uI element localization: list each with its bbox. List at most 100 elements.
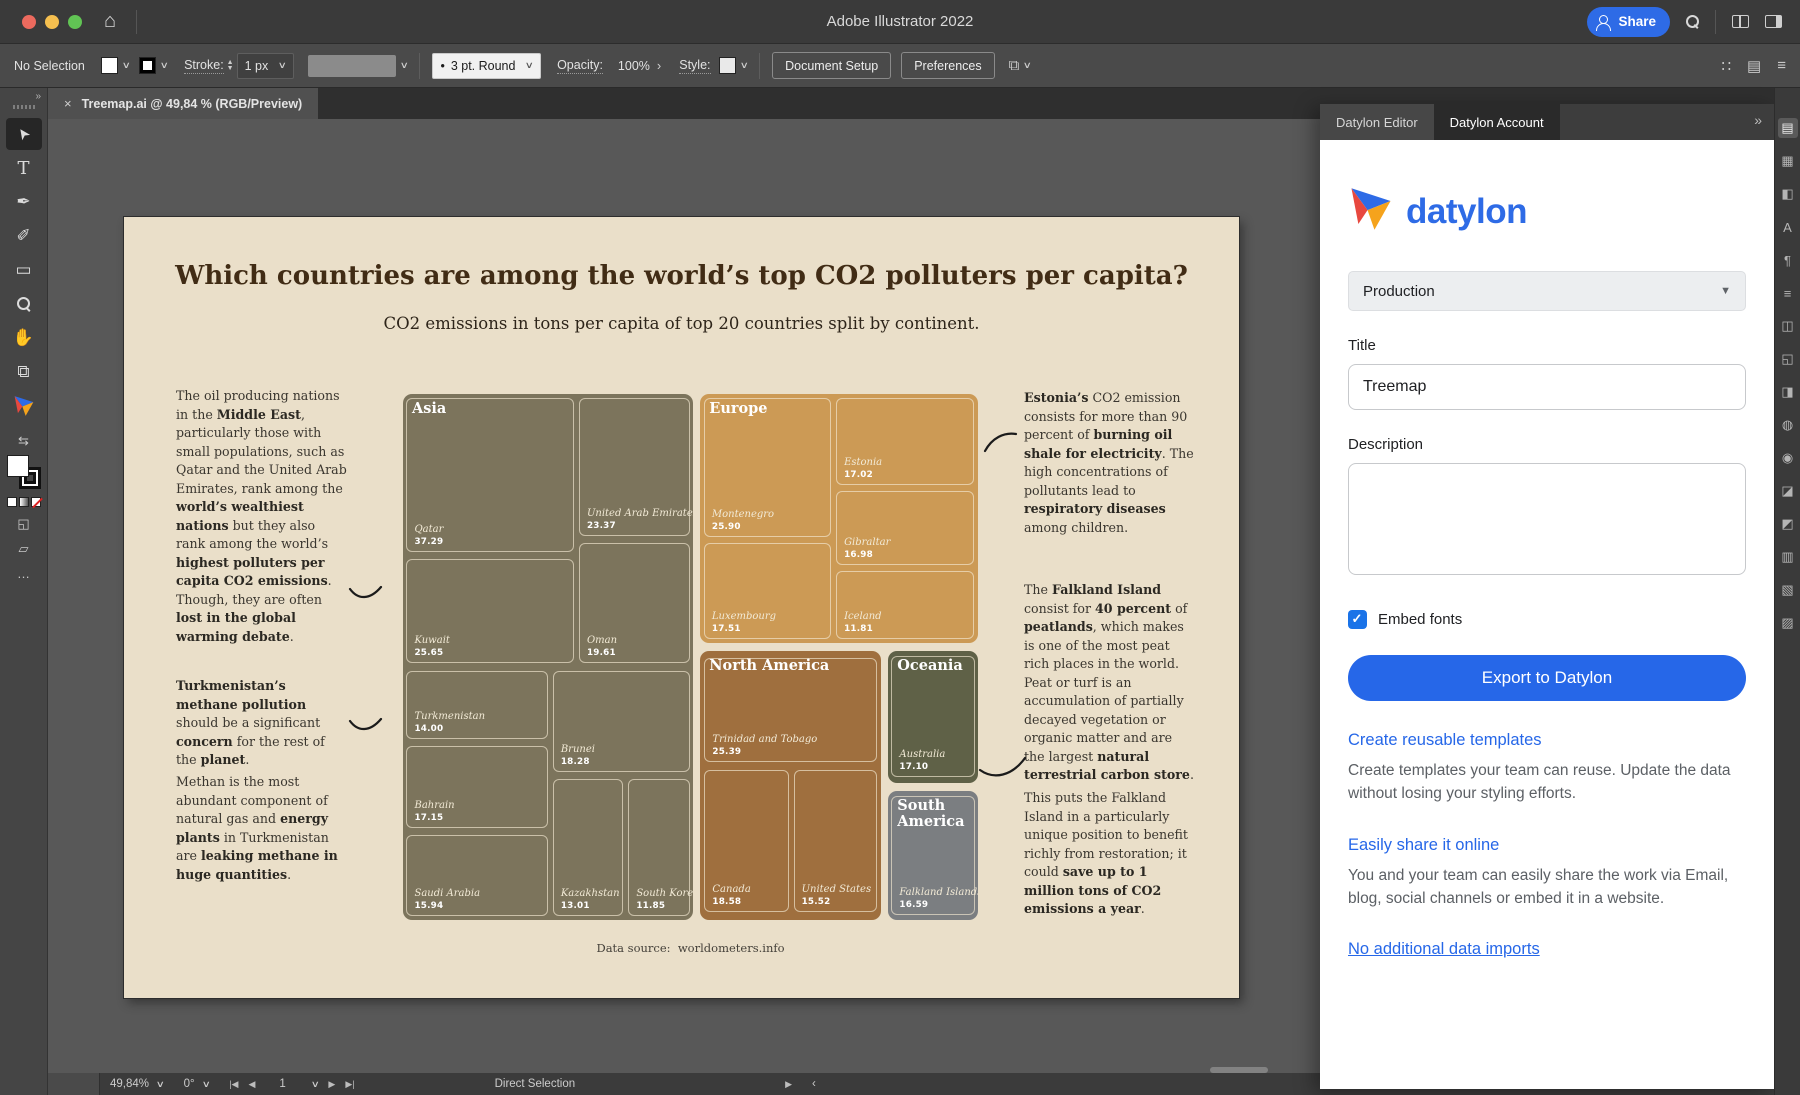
tile-kuwait[interactable]: Kuwait25.65 bbox=[406, 559, 573, 663]
chart-subtitle[interactable]: CO2 emissions in tons per capita of top … bbox=[124, 314, 1239, 333]
artboard-dropdown-icon[interactable]: ∨ bbox=[310, 1079, 319, 1090]
isolate-mode-icon[interactable]: ⧉∨ bbox=[1009, 57, 1031, 74]
layers-icon[interactable]: ◧ bbox=[1778, 184, 1798, 204]
zoom-tool[interactable] bbox=[6, 288, 42, 320]
tile-united-arab-emirates[interactable]: United Arab Emirates23.37 bbox=[579, 398, 690, 536]
shape-builder-icon[interactable]: ◱ bbox=[17, 516, 29, 532]
toggle-panels-icon[interactable] bbox=[1765, 15, 1782, 28]
appearance-icon[interactable]: ◍ bbox=[1778, 415, 1798, 435]
annotation-turkmenistan[interactable]: Turkmenistan’s methane pollution should … bbox=[176, 677, 348, 770]
tile-iceland[interactable]: Iceland11.81 bbox=[836, 571, 974, 639]
asset-export-icon[interactable]: ▧ bbox=[1778, 580, 1798, 600]
tile-brunei[interactable]: Brunei18.28 bbox=[553, 671, 690, 772]
environment-dropdown[interactable]: Production▼ bbox=[1348, 271, 1746, 311]
panel-menu-icon[interactable]: ≡ bbox=[1777, 57, 1786, 74]
share-button[interactable]: Share bbox=[1587, 7, 1670, 37]
link-no-additional-data-imports[interactable]: No additional data imports bbox=[1348, 940, 1746, 959]
treemap-group-south-america[interactable]: Falkland Islands16.59South America bbox=[888, 791, 978, 920]
document-setup-button[interactable]: Document Setup bbox=[772, 52, 891, 79]
previous-artboard-button[interactable]: ◀ bbox=[248, 1079, 255, 1090]
type-tool[interactable]: T bbox=[6, 152, 42, 184]
artboard[interactable]: Which countries are among the world’s to… bbox=[124, 217, 1239, 998]
embed-fonts-checkbox[interactable] bbox=[1348, 610, 1367, 629]
stroke-stepper[interactable]: ▲▼ bbox=[227, 60, 234, 72]
hand-tool[interactable]: ✋ bbox=[6, 322, 42, 354]
treemap-group-asia[interactable]: Qatar37.29United Arab Emirates23.37Kuwai… bbox=[403, 394, 693, 920]
annotation-methane[interactable]: Methan is the most abundant component of… bbox=[176, 773, 348, 884]
character-icon[interactable]: A bbox=[1778, 217, 1798, 237]
treemap-group-north-america[interactable]: Trinidad and Tobago25.39Canada18.58Unite… bbox=[700, 651, 881, 920]
image-trace-icon[interactable]: ▦ bbox=[1778, 151, 1798, 171]
toolbar-grip[interactable] bbox=[13, 105, 35, 109]
fill-stroke-swatches[interactable] bbox=[7, 455, 41, 489]
workspace-switcher-icon[interactable]: ▤ bbox=[1747, 57, 1761, 75]
artboards-icon[interactable]: ▥ bbox=[1778, 547, 1798, 567]
arrange-windows-icon[interactable] bbox=[1732, 15, 1749, 28]
zoom-level-dropdown[interactable]: 49,84%∨ bbox=[100, 1073, 174, 1095]
tile-montenegro[interactable]: Montenegro25.90 bbox=[704, 398, 831, 537]
stroke-label[interactable]: Stroke: bbox=[184, 58, 224, 74]
title-input[interactable] bbox=[1348, 364, 1746, 410]
toolbar-expand-icon[interactable]: » bbox=[35, 91, 41, 102]
tile-gibraltar[interactable]: Gibraltar16.98 bbox=[836, 491, 974, 565]
annotation-middle-east[interactable]: The oil producing nations in the Middle … bbox=[176, 387, 348, 646]
annotation-falkland[interactable]: The Falkland Island consist for 40 perce… bbox=[1024, 581, 1194, 785]
fill-swatch[interactable] bbox=[7, 455, 29, 477]
first-artboard-button[interactable]: |◀ bbox=[229, 1079, 238, 1090]
tile-estonia[interactable]: Estonia17.02 bbox=[836, 398, 974, 485]
close-tab-icon[interactable]: × bbox=[64, 96, 72, 111]
arrange-documents-icon[interactable]: ∷ bbox=[1722, 57, 1732, 75]
datylon-panel-icon[interactable]: ▤ bbox=[1778, 118, 1798, 138]
gradient-icon[interactable]: ◪ bbox=[1778, 481, 1798, 501]
libraries-icon[interactable]: ▨ bbox=[1778, 613, 1798, 633]
tile-canada[interactable]: Canada18.58 bbox=[704, 770, 789, 913]
color-mode-bar[interactable] bbox=[7, 497, 41, 507]
brush-definition-field[interactable]: • 3 pt. Round∨ bbox=[432, 53, 541, 79]
tile-australia[interactable]: Australia17.10 bbox=[891, 656, 974, 777]
eyedropper-tool[interactable]: ✐ bbox=[6, 220, 42, 252]
pathfinder-icon[interactable]: ◱ bbox=[1778, 349, 1798, 369]
tile-south-korea[interactable]: South Korea11.85 bbox=[628, 779, 690, 916]
color-icon[interactable] bbox=[7, 497, 17, 507]
annotation-restoration[interactable]: This puts the Falkland Island in a parti… bbox=[1024, 789, 1194, 919]
preferences-button[interactable]: Preferences bbox=[901, 52, 994, 79]
paragraph-icon[interactable]: ¶ bbox=[1778, 250, 1798, 270]
annotation-estonia[interactable]: Estonia’s CO2 emission consists for more… bbox=[1024, 389, 1194, 537]
panel-collapse-icon[interactable]: » bbox=[1754, 112, 1762, 128]
tile-turkmenistan[interactable]: Turkmenistan14.00 bbox=[406, 671, 547, 739]
close-button[interactable] bbox=[22, 15, 36, 29]
opacity-label[interactable]: Opacity: bbox=[557, 58, 603, 74]
none-icon[interactable] bbox=[31, 497, 41, 507]
home-icon[interactable]: ⌂ bbox=[104, 10, 116, 33]
treemap[interactable]: Qatar37.29United Arab Emirates23.37Kuwai… bbox=[403, 394, 978, 920]
status-expand-icon[interactable]: ▶ bbox=[775, 1073, 802, 1095]
tile-luxembourg[interactable]: Luxembourg17.51 bbox=[704, 543, 831, 639]
export-to-datylon-button[interactable]: Export to Datylon bbox=[1348, 655, 1746, 701]
document-tab[interactable]: × Treemap.ai @ 49,84 % (RGB/Preview) bbox=[48, 88, 318, 119]
search-icon[interactable] bbox=[1686, 15, 1699, 28]
datylon-tool[interactable] bbox=[6, 390, 42, 422]
draw-mode-icon[interactable]: ▱ bbox=[19, 541, 29, 557]
link-create-reusable-templates[interactable]: Create reusable templates bbox=[1348, 731, 1746, 750]
variable-width-profile[interactable]: ∨ bbox=[308, 55, 408, 77]
rectangle-tool[interactable]: ▭ bbox=[6, 254, 42, 286]
transparency-icon[interactable]: ◩ bbox=[1778, 514, 1798, 534]
transform-icon[interactable]: ◨ bbox=[1778, 382, 1798, 402]
tile-oman[interactable]: Oman19.61 bbox=[579, 543, 690, 663]
stroke-width-field[interactable]: 1 px∨ bbox=[237, 53, 294, 79]
properties-icon[interactable]: ≡ bbox=[1778, 283, 1798, 303]
rotation-dropdown[interactable]: 0°∨ bbox=[174, 1073, 220, 1095]
more-tools-icon[interactable]: … bbox=[17, 566, 30, 581]
opacity-field[interactable]: 100% bbox=[611, 53, 657, 79]
scroll-left-arrow[interactable]: ‹ bbox=[802, 1073, 826, 1095]
pen-tool[interactable]: ✒ bbox=[6, 186, 42, 218]
gradient-icon[interactable] bbox=[19, 497, 29, 507]
opacity-more-icon[interactable]: › bbox=[657, 58, 661, 73]
tab-datylon-editor[interactable]: Datylon Editor bbox=[1320, 104, 1434, 140]
stroke-color-swatch[interactable]: ∨ bbox=[139, 57, 168, 74]
tile-bahrain[interactable]: Bahrain17.15 bbox=[406, 746, 547, 828]
style-swatch[interactable]: ∨ bbox=[719, 57, 748, 74]
tile-united-states[interactable]: United States15.52 bbox=[794, 770, 877, 913]
tile-saudi-arabia[interactable]: Saudi Arabia15.94 bbox=[406, 835, 547, 915]
swap-colors-icon[interactable]: ⇆ bbox=[18, 433, 29, 449]
